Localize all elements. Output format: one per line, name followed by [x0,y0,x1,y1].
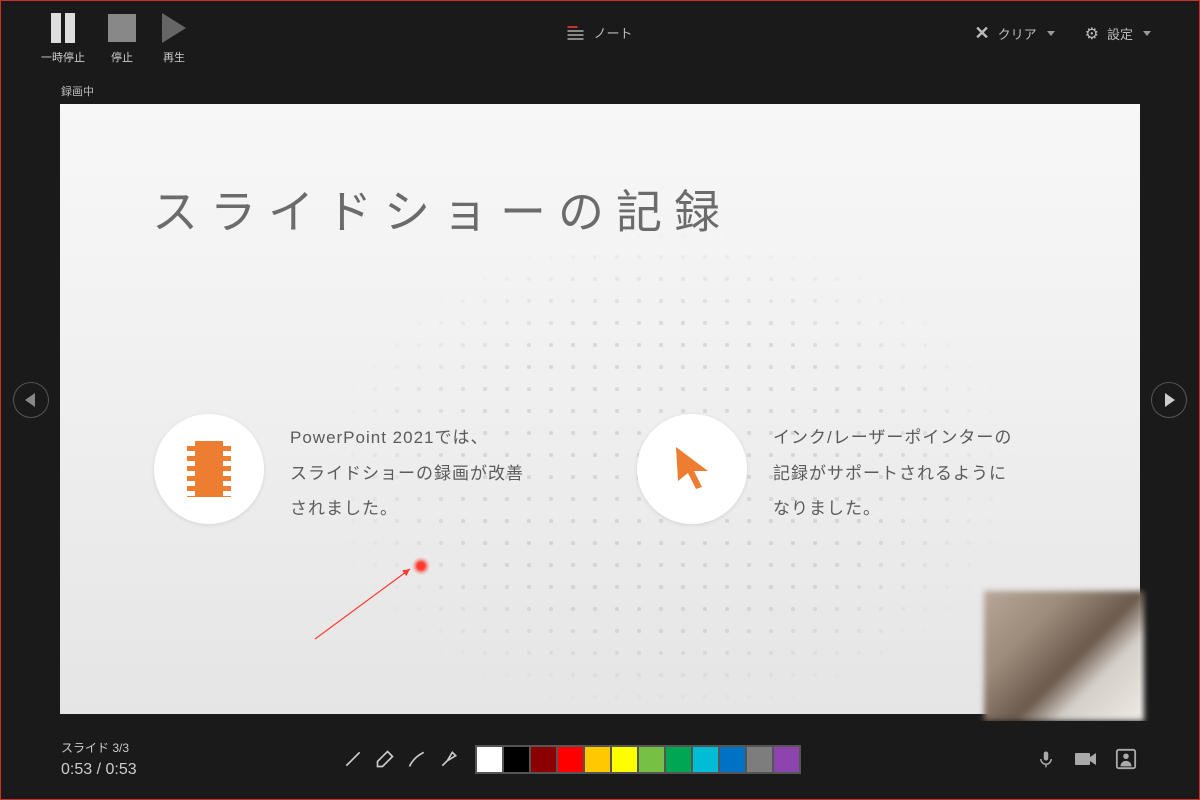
pen-tool[interactable] [405,743,429,775]
next-slide-button[interactable] [1151,382,1187,418]
color-swatch[interactable] [503,746,530,773]
eraser-tool[interactable] [373,743,397,775]
feature2-text: インク/レーザーポインターの 記録がサポートされるように なりました。 [773,414,1012,527]
color-swatch[interactable] [665,746,692,773]
play-label: 再生 [163,49,185,65]
play-icon [162,13,186,43]
microphone-button[interactable] [1033,747,1059,771]
camera-button[interactable] [1073,747,1099,771]
color-swatch[interactable] [557,746,584,773]
chevron-down-icon [1047,31,1055,36]
timer: 0:53 / 0:53 [61,761,137,779]
eyedropper-tool[interactable] [341,743,365,775]
color-swatch[interactable] [530,746,557,773]
slide-canvas: スライドショーの記録 PowerPoint 2021では、 スライドショーの録画… [60,104,1140,714]
pause-icon [51,13,75,43]
chevron-right-icon [1165,393,1175,407]
previous-slide-button[interactable] [13,382,49,418]
pause-label: 一時停止 [41,49,85,65]
x-icon: ✕ [975,23,990,44]
play-button[interactable]: 再生 [159,13,189,65]
feature1-text: PowerPoint 2021では、 スライドショーの録画が改善 されました。 [290,414,524,527]
feature-icon-circle [154,414,264,524]
color-swatch[interactable] [638,746,665,773]
pause-button[interactable]: 一時停止 [41,13,85,65]
color-swatch[interactable] [746,746,773,773]
settings-label: 設定 [1107,24,1133,43]
cursor-icon [668,443,716,496]
highlighter-tool[interactable] [437,743,461,775]
stop-button[interactable]: 停止 [107,13,137,65]
clear-button[interactable]: ✕ クリア [975,23,1055,44]
presenter-button[interactable] [1113,747,1139,771]
notes-button[interactable]: ノート [593,23,632,42]
feature-icon-circle [637,414,747,524]
stop-icon [108,14,136,42]
slide-counter: スライド 3/3 [61,739,129,756]
color-swatch[interactable] [611,746,638,773]
slide-title: スライドショーの記録 [152,176,732,242]
gear-icon [1085,24,1099,44]
color-swatch[interactable] [476,746,503,773]
settings-button[interactable]: 設定 [1085,24,1151,44]
stop-label: 停止 [111,49,133,65]
color-swatch[interactable] [584,746,611,773]
annotation-arrow [310,564,430,649]
chevron-down-icon [1143,31,1151,36]
chevron-left-icon [25,393,35,407]
camera-preview[interactable] [984,591,1144,721]
clear-label: クリア [998,24,1037,43]
color-swatch[interactable] [719,746,746,773]
film-icon [187,441,231,497]
color-swatch[interactable] [773,746,800,773]
color-swatch[interactable] [692,746,719,773]
notes-icon [567,26,583,40]
